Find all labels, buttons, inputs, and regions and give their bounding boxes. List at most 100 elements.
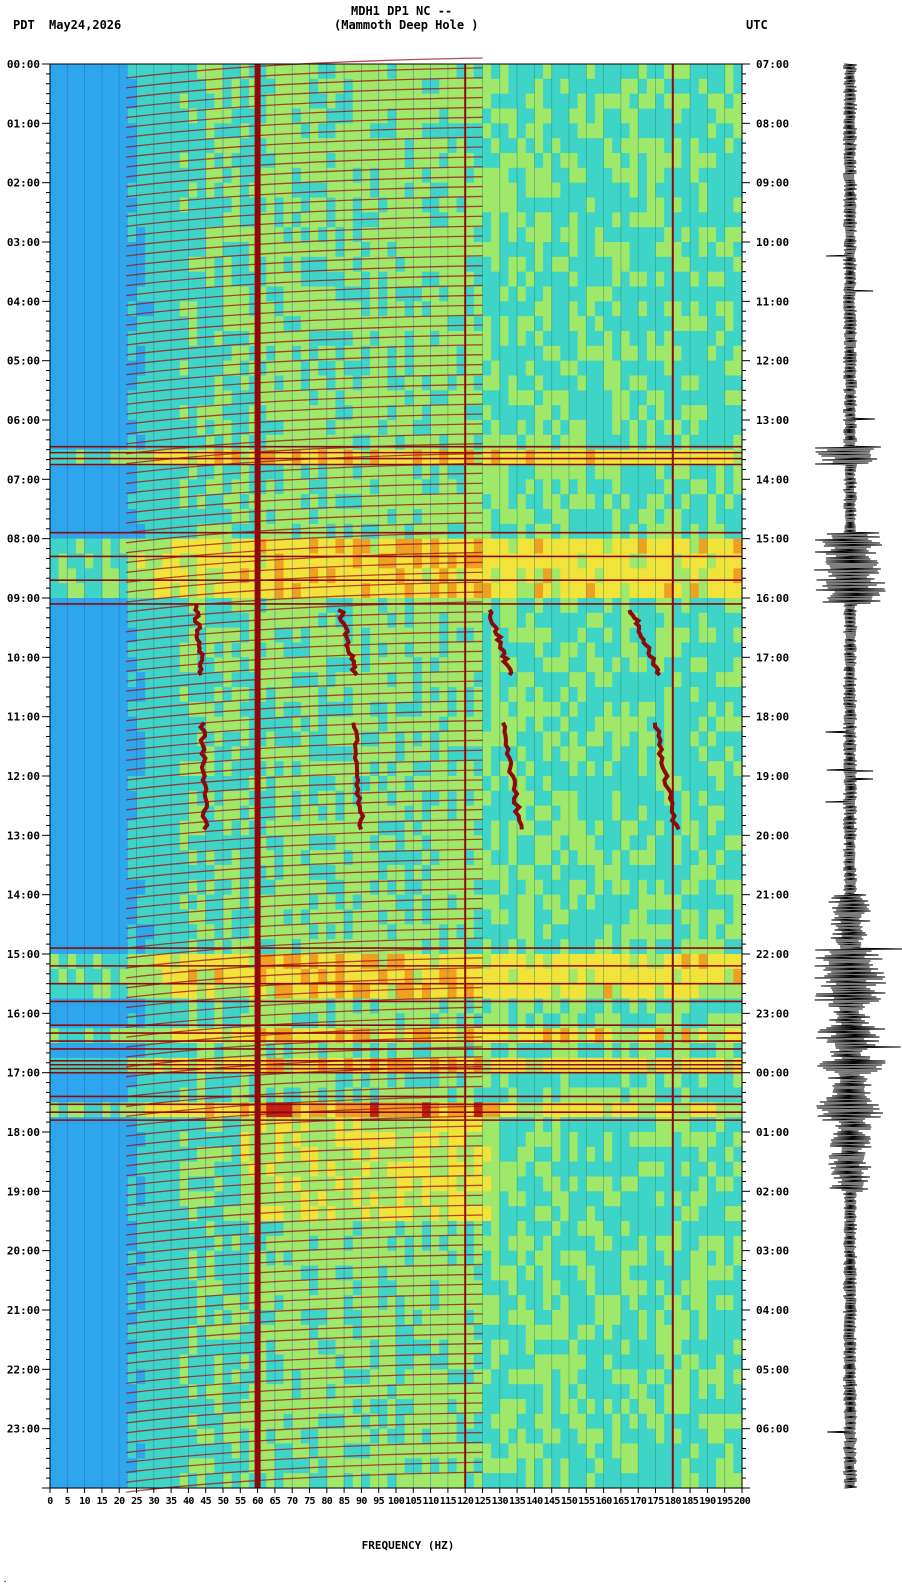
heatmap-cell bbox=[620, 93, 631, 110]
heatmap-cell bbox=[84, 954, 94, 970]
heatmap-cell bbox=[84, 345, 94, 362]
heatmap-cell bbox=[733, 924, 743, 940]
heatmap-cell bbox=[101, 301, 112, 317]
heatmap-cell bbox=[84, 93, 94, 110]
heatmap-cell bbox=[205, 672, 215, 688]
heatmap-cell bbox=[430, 642, 440, 658]
heatmap-cell bbox=[551, 345, 561, 362]
heatmap-cell bbox=[153, 494, 164, 510]
heatmap-cell bbox=[508, 197, 518, 213]
heatmap-cell bbox=[223, 879, 233, 896]
heatmap-cell bbox=[439, 420, 449, 436]
heatmap-cell bbox=[404, 761, 414, 777]
heatmap-cell bbox=[594, 375, 605, 391]
heatmap-cell bbox=[638, 227, 648, 243]
heatmap-cell bbox=[93, 612, 103, 629]
heatmap-cell bbox=[283, 271, 293, 288]
heatmap-cell bbox=[681, 153, 691, 169]
heatmap-cell bbox=[543, 835, 553, 851]
heatmap-cell bbox=[655, 182, 665, 199]
heatmap-cell bbox=[93, 924, 103, 940]
heatmap-cell bbox=[300, 479, 311, 495]
heatmap-cell bbox=[153, 405, 164, 421]
heatmap-cell bbox=[119, 776, 129, 792]
heatmap-cell bbox=[646, 331, 657, 347]
heatmap-cell bbox=[603, 701, 613, 718]
heatmap-cell bbox=[560, 108, 570, 124]
heatmap-cell bbox=[378, 494, 388, 510]
heatmap-cell bbox=[638, 776, 648, 792]
heatmap-cell bbox=[482, 761, 492, 777]
heatmap-cell bbox=[594, 242, 605, 258]
heatmap-cell bbox=[577, 820, 587, 836]
heatmap-cell bbox=[413, 583, 423, 599]
heatmap-cell bbox=[473, 331, 484, 347]
heatmap-cell bbox=[543, 167, 553, 184]
heatmap-cell bbox=[404, 687, 414, 703]
heatmap-cell bbox=[84, 627, 94, 644]
heatmap-cell bbox=[84, 167, 94, 184]
heatmap-cell bbox=[413, 479, 423, 495]
heatmap-cell bbox=[153, 924, 164, 940]
heatmap-cell bbox=[421, 761, 432, 777]
heatmap-cell bbox=[223, 954, 233, 970]
heatmap-cell bbox=[620, 420, 631, 436]
heatmap-cell bbox=[421, 805, 432, 822]
heatmap-cell bbox=[629, 212, 639, 228]
heatmap-cell bbox=[594, 805, 605, 822]
heatmap-cell bbox=[482, 271, 492, 288]
heatmap-cell bbox=[716, 78, 726, 95]
heatmap-cell bbox=[309, 865, 319, 881]
heatmap-cell bbox=[93, 642, 103, 658]
heatmap-cell bbox=[274, 865, 285, 881]
heatmap-cell bbox=[378, 420, 388, 436]
heatmap-cell bbox=[439, 78, 449, 95]
heatmap-cell bbox=[396, 464, 406, 480]
heatmap-cell bbox=[482, 568, 492, 584]
heatmap-cell bbox=[646, 790, 657, 807]
heatmap-cell bbox=[603, 746, 613, 762]
heatmap-cell bbox=[499, 375, 510, 391]
heatmap-cell bbox=[162, 494, 172, 510]
heatmap-cell bbox=[594, 523, 605, 540]
heatmap-cell bbox=[716, 64, 726, 80]
heatmap-cell bbox=[370, 835, 380, 851]
heatmap-cell bbox=[50, 716, 60, 733]
heatmap-cell bbox=[517, 761, 527, 777]
heatmap-cell bbox=[93, 716, 103, 733]
heatmap-cell bbox=[534, 78, 544, 95]
heatmap-cell bbox=[387, 494, 397, 510]
heatmap-cell bbox=[205, 657, 215, 673]
heatmap-cell bbox=[465, 242, 475, 258]
heatmap-cell bbox=[586, 909, 596, 925]
heatmap-cell bbox=[370, 657, 380, 673]
heatmap-cell bbox=[171, 924, 181, 940]
heatmap-cell bbox=[378, 242, 388, 258]
heatmap-cell bbox=[197, 212, 207, 228]
heatmap-cell bbox=[698, 78, 708, 95]
heatmap-cell bbox=[67, 627, 77, 644]
heatmap-cell bbox=[378, 583, 388, 599]
heatmap-cell bbox=[318, 390, 328, 406]
heatmap-cell bbox=[594, 256, 605, 273]
heatmap-cell bbox=[620, 464, 631, 480]
heatmap-cell bbox=[577, 568, 587, 584]
heatmap-cell bbox=[145, 642, 155, 658]
heatmap-cell bbox=[690, 390, 700, 406]
heatmap-cell bbox=[396, 93, 406, 110]
heatmap-cell bbox=[508, 538, 518, 555]
heatmap-cell bbox=[525, 197, 535, 213]
heatmap-cell bbox=[84, 538, 94, 555]
heatmap-cell bbox=[620, 182, 631, 199]
heatmap-cell bbox=[266, 761, 276, 777]
heatmap-cell bbox=[525, 568, 535, 584]
heatmap-cell bbox=[430, 672, 440, 688]
heatmap-cell bbox=[690, 850, 700, 866]
heatmap-cell bbox=[733, 227, 743, 243]
heatmap-cell bbox=[447, 523, 458, 540]
heatmap-cell bbox=[603, 242, 613, 258]
heatmap-cell bbox=[586, 879, 596, 896]
heatmap-cell bbox=[84, 746, 94, 762]
heatmap-cell bbox=[421, 197, 432, 213]
heatmap-cell bbox=[162, 909, 172, 925]
